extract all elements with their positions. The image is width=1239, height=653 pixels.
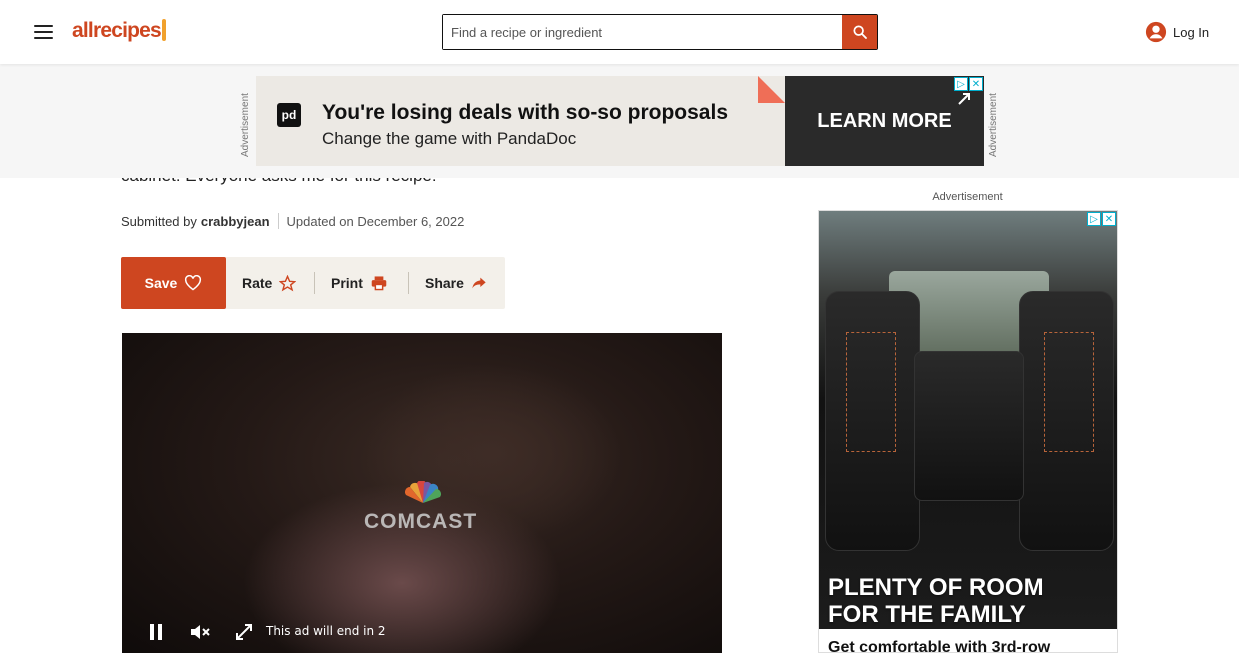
mute-icon[interactable] bbox=[189, 621, 211, 643]
pandadoc-logo: pd bbox=[277, 103, 301, 127]
save-button[interactable]: Save bbox=[121, 257, 226, 309]
peacock-logo-icon bbox=[405, 481, 441, 503]
right-seat bbox=[1019, 291, 1114, 551]
updated-date: Updated on December 6, 2022 bbox=[286, 213, 465, 229]
video-brand-text: COMCAST bbox=[364, 510, 478, 533]
ad-decoration bbox=[758, 76, 785, 103]
ad-choices[interactable]: ▷ ✕ bbox=[954, 77, 983, 91]
video-player[interactable]: COMCAST This ad will end in 2 bbox=[122, 333, 722, 653]
ad-info-icon[interactable]: ▷ bbox=[1087, 212, 1101, 226]
byline-divider bbox=[277, 213, 279, 229]
close-icon[interactable]: ✕ bbox=[969, 77, 983, 91]
share-label: Share bbox=[425, 275, 464, 291]
ad-label-right: Advertisement bbox=[988, 93, 999, 157]
car-interior-image bbox=[819, 211, 1117, 629]
side-ad-headline: PLENTY OF ROOM FOR THE FAMILY bbox=[828, 574, 1044, 628]
print-label: Print bbox=[331, 275, 363, 291]
side-ad[interactable]: ▷ ✕ PLENTY OF ROOM FOR THE FAMILY Get co… bbox=[818, 210, 1118, 653]
search-input[interactable] bbox=[443, 15, 842, 49]
search-button[interactable] bbox=[842, 15, 877, 49]
side-ad-headline-line2: FOR THE FAMILY bbox=[828, 601, 1026, 628]
site-logo[interactable]: allrecipes bbox=[72, 19, 162, 43]
center-seat bbox=[914, 351, 1024, 501]
logo-accent bbox=[162, 19, 166, 41]
menu-icon[interactable] bbox=[34, 24, 54, 40]
account-icon bbox=[1145, 21, 1167, 43]
heart-icon bbox=[185, 275, 202, 291]
top-banner-ad[interactable]: pd You're losing deals with so-so propos… bbox=[256, 76, 984, 166]
side-ad-headline-line1: PLENTY OF ROOM bbox=[828, 574, 1044, 601]
rate-label: Rate bbox=[242, 275, 273, 291]
search-bar bbox=[442, 14, 878, 50]
print-button[interactable]: Print bbox=[315, 257, 408, 309]
star-icon bbox=[279, 274, 297, 291]
save-label: Save bbox=[144, 275, 178, 291]
video-controls: This ad will end in 2 bbox=[122, 611, 722, 653]
search-icon bbox=[852, 25, 867, 39]
author-link[interactable]: crabbyjean bbox=[201, 214, 270, 229]
printer-icon bbox=[371, 276, 387, 291]
byline: Submitted by crabbyjean Updated on Decem… bbox=[121, 213, 464, 229]
login-button[interactable]: Log In bbox=[1145, 21, 1209, 43]
site-header: allrecipes Log In bbox=[0, 0, 1239, 64]
recipe-action-bar: Save Rate Print Share bbox=[121, 257, 505, 309]
ad-subheadline: Change the game with PandaDoc bbox=[322, 129, 577, 148]
share-arrow-icon bbox=[472, 277, 486, 289]
side-ad-footer: Get comfortable with 3rd-row bbox=[819, 629, 1117, 652]
ad-label-left: Advertisement bbox=[240, 93, 251, 157]
login-label: Log In bbox=[1173, 24, 1210, 40]
left-seat bbox=[825, 291, 920, 551]
submitted-by-label: Submitted by bbox=[121, 213, 197, 229]
rate-button[interactable]: Rate bbox=[226, 257, 314, 309]
ad-headline: You're losing deals with so-so proposals bbox=[322, 101, 729, 124]
ad-countdown-text: This ad will end in 2 bbox=[266, 624, 386, 638]
top-ad-band: Advertisement pd You're losing deals wit… bbox=[0, 64, 1239, 178]
side-ad-label: Advertisement bbox=[932, 191, 1003, 203]
fullscreen-icon[interactable] bbox=[233, 621, 255, 643]
pause-icon[interactable] bbox=[145, 621, 167, 643]
close-icon[interactable]: ✕ bbox=[1102, 212, 1116, 226]
share-button[interactable]: Share bbox=[409, 257, 505, 309]
expand-arrow-icon bbox=[958, 93, 970, 105]
ad-choices[interactable]: ▷ ✕ bbox=[1087, 212, 1116, 226]
ad-info-icon[interactable]: ▷ bbox=[954, 77, 968, 91]
